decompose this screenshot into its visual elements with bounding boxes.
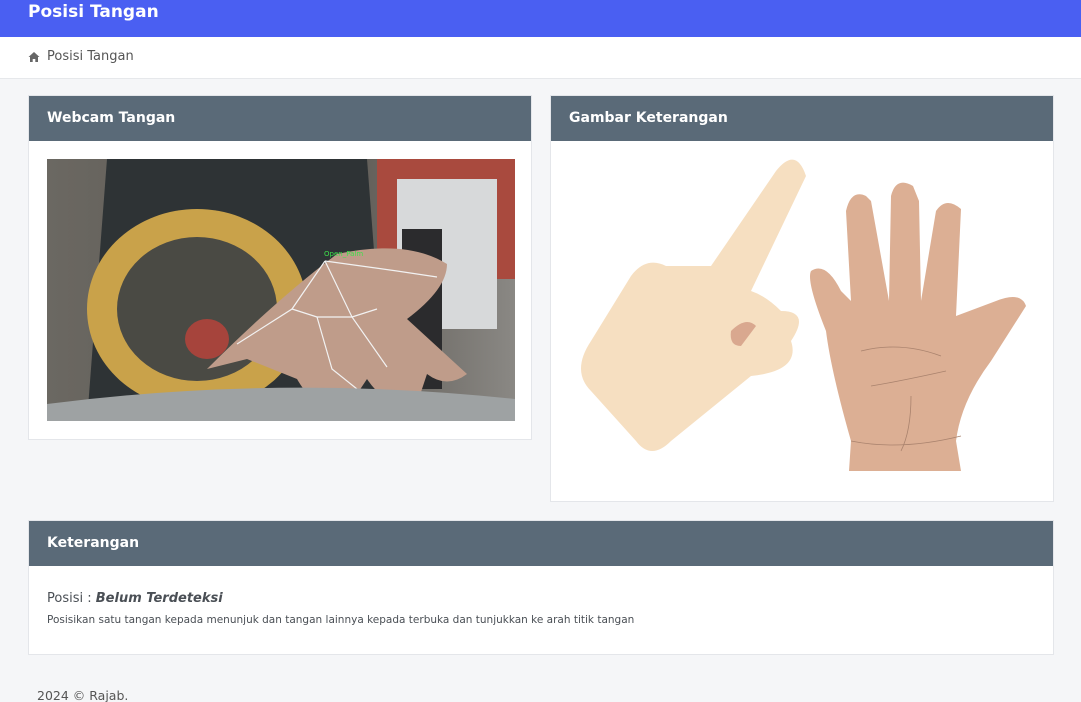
page-title: Posisi Tangan: [28, 2, 159, 22]
keterangan-card: Keterangan Posisi : Belum Terdeteksi Pos…: [28, 520, 1054, 655]
breadcrumb[interactable]: Posisi Tangan: [28, 49, 134, 64]
keterangan-card-title: Keterangan: [29, 521, 1053, 566]
footer-copyright: 2024 © Rajab.: [37, 688, 129, 702]
hand-illustration: [581, 159, 1026, 471]
breadcrumb-label: Posisi Tangan: [47, 49, 134, 64]
posisi-status: Posisi : Belum Terdeteksi: [47, 591, 223, 606]
detection-label: Open_Palm: [324, 250, 363, 258]
top-navbar: Posisi Tangan: [0, 0, 1081, 37]
webcam-card: Webcam Tangan Open_Palm: [28, 95, 532, 440]
home-icon: [28, 51, 40, 62]
posisi-value: Belum Terdeteksi: [95, 591, 223, 606]
gambar-card-title: Gambar Keterangan: [551, 96, 1053, 141]
posisi-label: Posisi :: [47, 591, 92, 606]
gambar-card: Gambar Keterangan: [550, 95, 1054, 502]
breadcrumb-bar: Posisi Tangan: [0, 37, 1081, 79]
posisi-description: Posisikan satu tangan kepada menunjuk da…: [47, 614, 635, 626]
webcam-feed: Open_Palm: [47, 159, 515, 421]
webcam-card-title: Webcam Tangan: [29, 96, 531, 141]
